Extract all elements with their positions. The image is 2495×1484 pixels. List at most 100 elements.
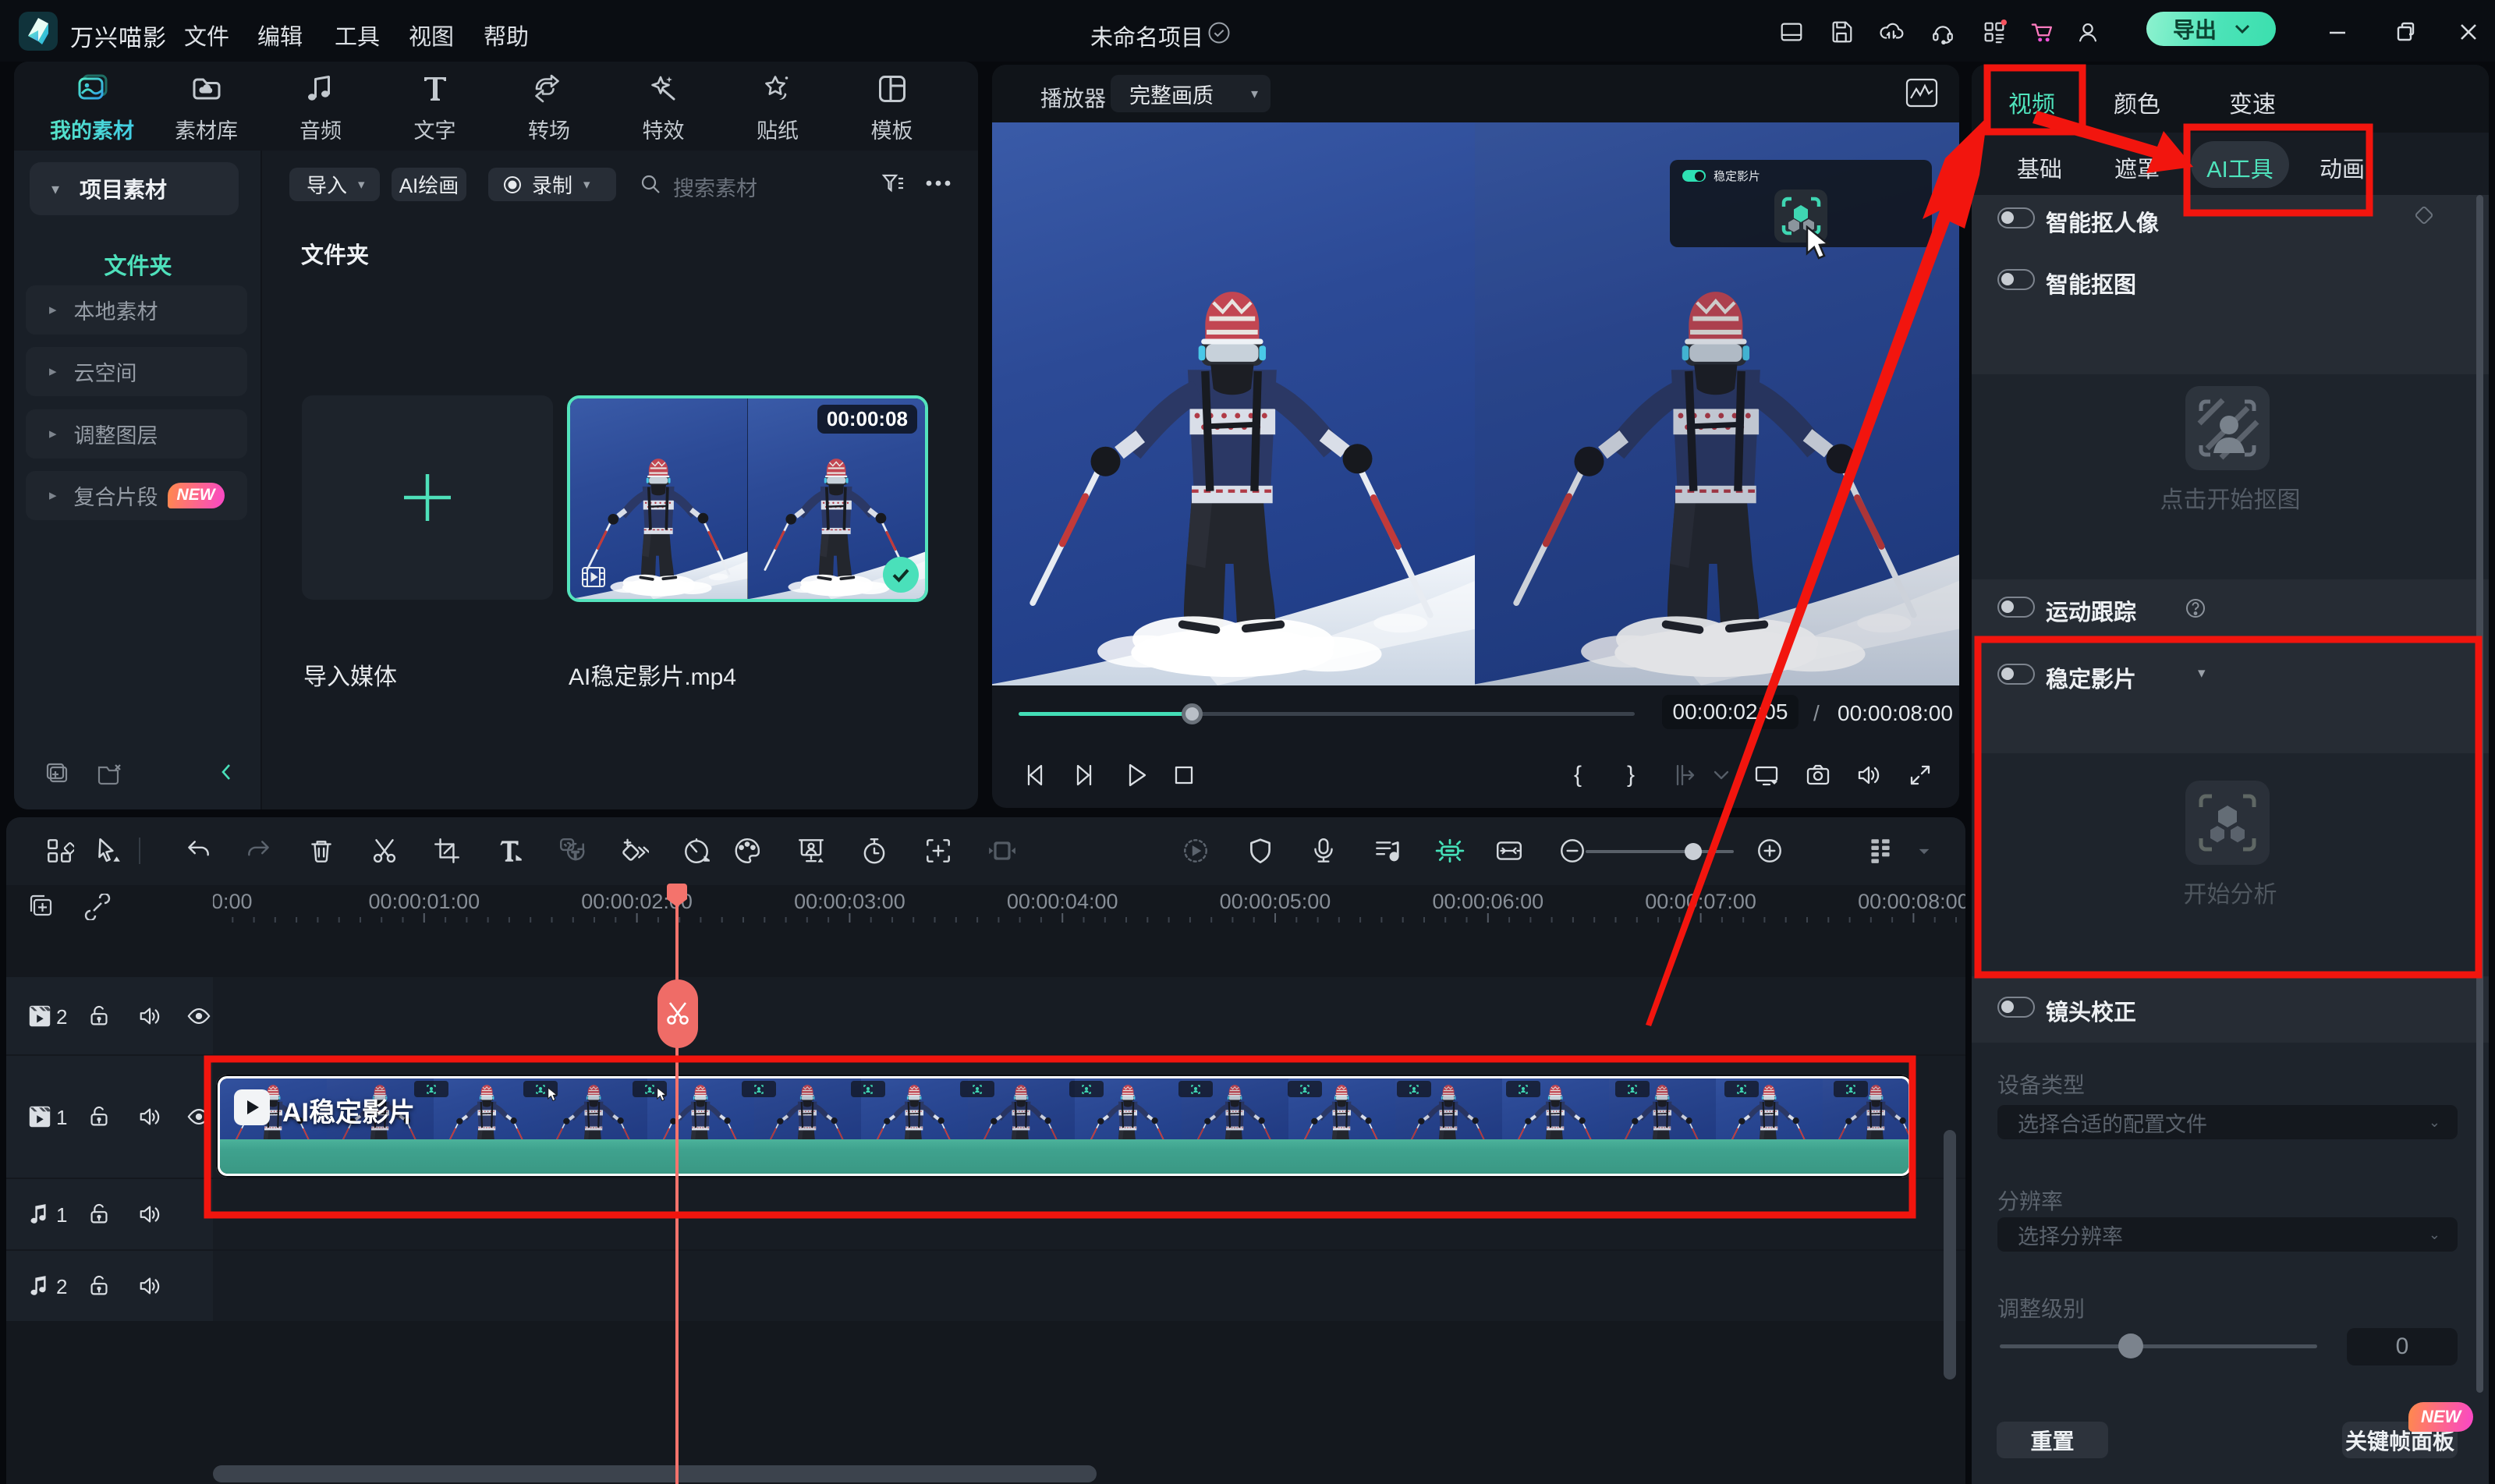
track-target-icon[interactable] bbox=[923, 836, 953, 866]
expand-caret-icon[interactable]: ▸ bbox=[49, 363, 57, 381]
close-button[interactable] bbox=[2455, 19, 2482, 45]
text-tool-icon[interactable] bbox=[495, 836, 525, 866]
menu-item-3[interactable]: 工具 bbox=[335, 19, 380, 51]
folder-item-2[interactable]: ▸云空间 bbox=[26, 347, 247, 396]
insert-icon[interactable] bbox=[1671, 761, 1699, 789]
media-tab-sticker[interactable]: 贴纸 bbox=[721, 73, 835, 144]
timeline-ruler[interactable]: 00:00:0000:00:01:0000:00:02:0000:00:03:0… bbox=[213, 885, 1965, 923]
subtab-2[interactable]: 遮罩 bbox=[2114, 151, 2160, 184]
chevron-down-icon[interactable] bbox=[1707, 761, 1735, 789]
zoom-out-icon[interactable] bbox=[1558, 836, 1587, 866]
minimize-button[interactable] bbox=[2324, 19, 2351, 45]
snapshot-icon[interactable] bbox=[1804, 761, 1832, 789]
panel-tab-1[interactable]: 视频 bbox=[2008, 85, 2055, 119]
cutout-placeholder-icon[interactable] bbox=[2184, 384, 2271, 472]
keyframe-icon[interactable] bbox=[619, 836, 649, 866]
mark-in-icon[interactable]: { bbox=[1564, 761, 1592, 789]
motion-tracking-toggle[interactable] bbox=[1997, 597, 2035, 618]
subtab-4[interactable]: 动画 bbox=[2320, 151, 2365, 184]
track-height-icon[interactable] bbox=[1866, 836, 1895, 866]
more-options-icon[interactable] bbox=[921, 175, 955, 192]
apps-grid-icon[interactable] bbox=[1981, 19, 2008, 45]
playhead-line[interactable] bbox=[675, 885, 679, 1484]
video-preview[interactable]: 稳定影片 bbox=[992, 122, 1959, 685]
cloud-upload-icon[interactable] bbox=[1878, 19, 1905, 45]
lock-track-icon[interactable] bbox=[86, 1201, 112, 1227]
stop-icon[interactable] bbox=[1170, 761, 1198, 789]
timeline-hscrollbar[interactable] bbox=[213, 1465, 1097, 1482]
media-tab-effects[interactable]: 特效 bbox=[607, 73, 721, 144]
reframe-icon[interactable] bbox=[987, 836, 1017, 866]
expand-caret-icon[interactable]: ▸ bbox=[49, 425, 57, 443]
media-tab-transition[interactable]: 转场 bbox=[492, 73, 606, 144]
keyframe-diamond-icon[interactable] bbox=[2413, 204, 2435, 226]
smart-cutout-toggle[interactable] bbox=[1997, 269, 2035, 290]
mute-track-icon[interactable] bbox=[137, 1273, 164, 1299]
timeline-zoom-handle[interactable] bbox=[1685, 843, 1702, 860]
trash-icon[interactable] bbox=[307, 836, 336, 866]
stabilize-caret-icon[interactable]: ▾ bbox=[2198, 664, 2206, 682]
adjust-level-handle[interactable] bbox=[2118, 1333, 2143, 1358]
cart-icon[interactable] bbox=[2029, 19, 2056, 45]
lock-track-icon[interactable] bbox=[86, 1273, 112, 1299]
user-icon[interactable] bbox=[2075, 19, 2101, 45]
unlink-icon[interactable] bbox=[84, 894, 111, 920]
lock-track-icon[interactable] bbox=[86, 1003, 112, 1029]
speech-to-text-icon[interactable]: T bbox=[558, 836, 587, 866]
stabilize-mini-toggle[interactable] bbox=[1682, 170, 1706, 182]
device-dropdown[interactable]: 选择合适的配置文件 ⌄ bbox=[1997, 1105, 2458, 1139]
crop-icon[interactable] bbox=[432, 836, 462, 866]
layout-tracks-icon[interactable] bbox=[44, 836, 74, 866]
split-scissors-button[interactable] bbox=[657, 979, 698, 1048]
prev-frame-icon[interactable] bbox=[1020, 761, 1048, 789]
track-height-caret-icon[interactable] bbox=[1909, 836, 1939, 866]
speaker-icon[interactable] bbox=[1855, 761, 1883, 789]
hide-track-icon[interactable] bbox=[186, 1003, 212, 1029]
subtab-1[interactable]: 基础 bbox=[2017, 151, 2062, 184]
fullscreen-icon[interactable] bbox=[1906, 761, 1934, 789]
folder-item-1[interactable]: ▸本地素材 bbox=[26, 285, 247, 335]
smart-portrait-toggle[interactable] bbox=[1997, 207, 2035, 228]
next-frame-icon[interactable] bbox=[1071, 761, 1099, 789]
media-tab-template[interactable]: 模板 bbox=[835, 73, 949, 144]
subtab-3[interactable]: AI工具 bbox=[2206, 151, 2273, 184]
delete-folder-icon[interactable] bbox=[95, 760, 122, 787]
expand-caret-icon[interactable]: ▸ bbox=[49, 487, 57, 505]
save-icon[interactable] bbox=[1828, 19, 1855, 45]
collapse-sidebar-icon[interactable] bbox=[214, 759, 240, 785]
redo-icon[interactable] bbox=[244, 836, 274, 866]
project-bin-header[interactable]: ▾ 项目素材 bbox=[30, 162, 239, 215]
import-button[interactable]: 导入 ▾ bbox=[289, 168, 380, 201]
adjust-level-slider[interactable] bbox=[2000, 1344, 2317, 1348]
audio-mixer-icon[interactable] bbox=[1372, 836, 1402, 866]
stabilize-toggle[interactable] bbox=[1997, 664, 2035, 685]
render-preview-icon[interactable] bbox=[1181, 836, 1210, 866]
folder-item-3[interactable]: ▸调整图层 bbox=[26, 409, 247, 459]
quality-dropdown[interactable]: 完整画质 ▾ bbox=[1111, 75, 1271, 112]
mute-track-icon[interactable] bbox=[137, 1201, 164, 1227]
play-icon[interactable] bbox=[1122, 761, 1150, 789]
zoom-in-icon[interactable] bbox=[1755, 836, 1784, 866]
playhead-marker[interactable] bbox=[667, 884, 687, 899]
export-button[interactable]: 导出 bbox=[2146, 12, 2276, 46]
media-tab-text[interactable]: 文字 bbox=[378, 73, 492, 144]
progress-track[interactable] bbox=[1019, 712, 1635, 716]
timeline-vscrollbar[interactable] bbox=[1944, 1130, 1956, 1380]
reset-button[interactable]: 重置 bbox=[1997, 1422, 2108, 1458]
select-tool-icon[interactable] bbox=[93, 836, 122, 866]
media-tab-media[interactable]: 我的素材 bbox=[35, 73, 149, 144]
panel-tab-2[interactable]: 颜色 bbox=[2114, 85, 2160, 119]
voiceover-icon[interactable] bbox=[1309, 836, 1338, 866]
properties-scrollbar[interactable] bbox=[2476, 195, 2483, 1393]
lock-track-icon[interactable] bbox=[86, 1103, 112, 1130]
menu-item-1[interactable]: 文件 bbox=[184, 19, 229, 51]
ai-paint-button[interactable]: AI绘画 bbox=[392, 168, 466, 201]
panel-layout-icon[interactable] bbox=[1778, 19, 1805, 45]
export-chevron-icon[interactable] bbox=[2234, 23, 2251, 34]
mute-track-icon[interactable] bbox=[137, 1103, 164, 1130]
resolution-dropdown[interactable]: 选择分辨率 ⌄ bbox=[1997, 1217, 2458, 1252]
pip-icon[interactable] bbox=[796, 836, 826, 866]
scissors-icon[interactable] bbox=[370, 836, 399, 866]
mark-out-icon[interactable]: } bbox=[1617, 761, 1645, 789]
headset-icon[interactable] bbox=[1930, 19, 1956, 45]
